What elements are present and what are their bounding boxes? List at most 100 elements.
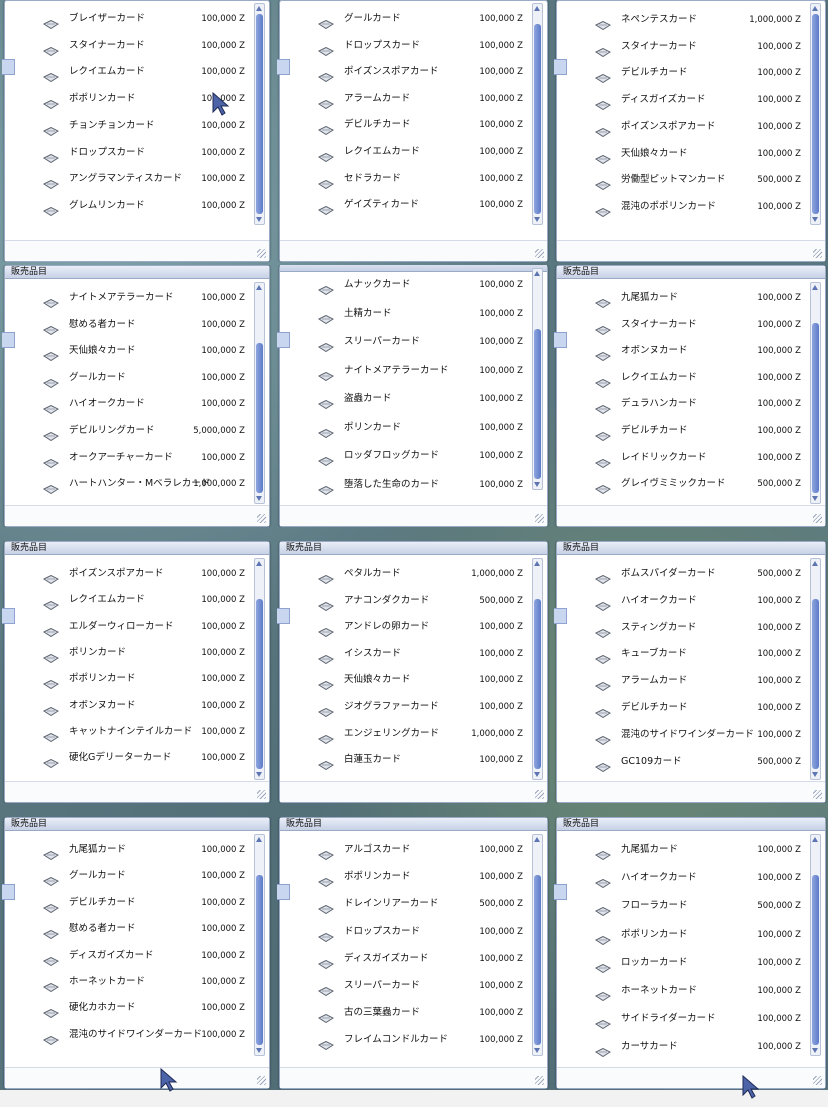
list-item[interactable]: スタイナーカード 100,000 Z <box>557 313 807 337</box>
scroll-down-arrow-icon[interactable] <box>256 1048 262 1053</box>
window-title[interactable]: 販売品目 <box>280 818 547 831</box>
scroll-down-arrow-icon[interactable] <box>256 772 262 777</box>
list-item[interactable]: GC109カード 500,000 Z <box>557 750 807 774</box>
resize-grip-icon[interactable] <box>813 1076 822 1085</box>
list-item[interactable]: ディスガイズカード 100,000 Z <box>5 944 251 968</box>
list-item[interactable]: アルゴスカード 100,000 Z <box>280 838 529 862</box>
list-item[interactable]: アラームカード 100,000 Z <box>557 669 807 693</box>
scroll-up-arrow-icon[interactable] <box>256 6 262 11</box>
list-item[interactable]: キューブカード 100,000 Z <box>557 642 807 666</box>
list-item[interactable]: 混沌のサイドワインダーカード 100,000 Z <box>557 723 807 747</box>
list-item[interactable]: ボムスパイダーカード 500,000 Z <box>557 562 807 586</box>
scrollbar[interactable] <box>532 558 543 780</box>
scroll-up-arrow-icon[interactable] <box>812 285 818 290</box>
scrollbar[interactable] <box>254 834 265 1056</box>
list-item[interactable]: ポイズンスポアカード 100,000 Z <box>5 562 251 586</box>
list-item[interactable]: ホーネットカード 100,000 Z <box>557 979 807 1003</box>
list-item[interactable]: ハイオークカード 100,000 Z <box>5 392 251 416</box>
list-item[interactable]: キャットナインテイルカード 100,000 Z <box>5 720 251 744</box>
window-title[interactable] <box>557 0 825 1</box>
scroll-thumb[interactable] <box>812 14 819 214</box>
list-item[interactable]: ドロップスカード 100,000 Z <box>5 141 251 165</box>
list-item[interactable]: ドロップスカード 100,000 Z <box>280 920 529 944</box>
scroll-up-arrow-icon[interactable] <box>256 285 262 290</box>
list-item[interactable]: ポイズンスポアカード 100,000 Z <box>557 115 807 139</box>
list-item[interactable]: レクイエムカード 100,000 Z <box>557 366 807 390</box>
resize-grip-icon[interactable] <box>535 790 544 799</box>
list-item[interactable]: ハイオークカード 100,000 Z <box>557 866 807 890</box>
scroll-thumb[interactable] <box>534 24 541 214</box>
resize-grip-icon[interactable] <box>813 514 822 523</box>
list-item[interactable]: ポポリンカード 100,000 Z <box>557 923 807 947</box>
list-item[interactable]: ポリンカード 100,000 Z <box>5 641 251 665</box>
scroll-thumb[interactable] <box>256 599 263 769</box>
list-item[interactable]: ポポリンカード 100,000 Z <box>5 667 251 691</box>
list-item[interactable]: ペタルカード 1,000,000 Z <box>280 562 529 586</box>
list-item[interactable]: 労働型ピットマンカード 500,000 Z <box>557 168 807 192</box>
list-item[interactable]: 慰める者カード 100,000 Z <box>5 917 251 941</box>
list-item[interactable]: ゲイズティカード 100,000 Z <box>280 193 529 217</box>
scrollbar[interactable] <box>254 3 265 225</box>
scroll-thumb[interactable] <box>812 599 819 769</box>
list-item[interactable]: デュラハンカード 100,000 Z <box>557 392 807 416</box>
scroll-up-arrow-icon[interactable] <box>812 837 818 842</box>
scroll-up-arrow-icon[interactable] <box>256 837 262 842</box>
list-item[interactable]: デビルチカード 100,000 Z <box>5 891 251 915</box>
list-item[interactable]: 硬化カホカード 100,000 Z <box>5 996 251 1020</box>
resize-grip-icon[interactable] <box>813 790 822 799</box>
list-item[interactable]: スリーパーカード 100,000 Z <box>280 330 529 354</box>
list-item[interactable]: アナコンダクカード 500,000 Z <box>280 589 529 613</box>
scrollbar[interactable] <box>810 282 821 504</box>
window-title[interactable]: 販売品目 <box>5 818 269 831</box>
list-item[interactable]: オークアーチャーカード 100,000 Z <box>5 446 251 470</box>
window-title[interactable]: 販売品目 <box>557 266 825 279</box>
list-item[interactable]: ドレインリアーカード 500,000 Z <box>280 892 529 916</box>
resize-grip-icon[interactable] <box>813 249 822 258</box>
list-item[interactable]: ドロップスカード 100,000 Z <box>280 34 529 58</box>
list-item[interactable]: ジオグラファーカード 100,000 Z <box>280 695 529 719</box>
list-item[interactable]: スタイナーカード 100,000 Z <box>557 35 807 59</box>
scroll-down-arrow-icon[interactable] <box>256 496 262 501</box>
resize-grip-icon[interactable] <box>257 1076 266 1085</box>
scroll-down-arrow-icon[interactable] <box>256 217 262 222</box>
scroll-down-arrow-icon[interactable] <box>812 217 818 222</box>
scroll-down-arrow-icon[interactable] <box>812 496 818 501</box>
list-item[interactable]: 天仙娘々カード 100,000 Z <box>280 668 529 692</box>
list-item[interactable]: フレイムコンドルカード 100,000 Z <box>280 1028 529 1052</box>
scroll-down-arrow-icon[interactable] <box>534 217 540 222</box>
list-item[interactable]: ロッカーカード 100,000 Z <box>557 951 807 975</box>
window-title[interactable]: 販売品目 <box>5 266 269 279</box>
list-item[interactable]: アラームカード 100,000 Z <box>280 87 529 111</box>
scroll-down-arrow-icon[interactable] <box>534 772 540 777</box>
list-item[interactable]: アンドレの卵カード 100,000 Z <box>280 615 529 639</box>
list-item[interactable]: レクイエムカード 100,000 Z <box>5 588 251 612</box>
scroll-up-arrow-icon[interactable] <box>534 837 540 842</box>
list-item[interactable]: カーサカード 100,000 Z <box>557 1035 807 1059</box>
scroll-up-arrow-icon[interactable] <box>812 561 818 566</box>
scrollbar[interactable] <box>254 282 265 504</box>
scroll-thumb[interactable] <box>256 343 263 493</box>
list-item[interactable]: スティングカード 100,000 Z <box>557 616 807 640</box>
list-item[interactable]: 盗蟲カード 100,000 Z <box>280 387 529 411</box>
list-item[interactable]: サイドライダーカード 100,000 Z <box>557 1007 807 1031</box>
list-item[interactable]: オボンヌカード 100,000 Z <box>557 339 807 363</box>
list-item[interactable]: チョンチョンカード 100,000 Z <box>5 114 251 138</box>
scrollbar[interactable] <box>532 268 543 490</box>
scroll-thumb[interactable] <box>812 875 819 1045</box>
scroll-thumb[interactable] <box>534 599 541 769</box>
list-item[interactable]: 天仙娘々カード 100,000 Z <box>5 339 251 363</box>
list-item[interactable]: 堕落した生命のカード 100,000 Z <box>280 473 529 497</box>
list-item[interactable]: ホーネットカード 100,000 Z <box>5 970 251 994</box>
list-item[interactable]: ポイズンスポアカード 100,000 Z <box>280 60 529 84</box>
window-title[interactable] <box>5 0 269 1</box>
list-item[interactable]: アングラマンティスカード 100,000 Z <box>5 167 251 191</box>
list-item[interactable]: グールカード 100,000 Z <box>5 366 251 390</box>
list-item[interactable]: ディスガイズカード 100,000 Z <box>557 88 807 112</box>
list-item[interactable]: 白蓮玉カード 100,000 Z <box>280 748 529 772</box>
list-item[interactable]: 天仙娘々カード 100,000 Z <box>557 142 807 166</box>
list-item[interactable]: ポリンカード 100,000 Z <box>280 416 529 440</box>
list-item[interactable]: フローラカード 500,000 Z <box>557 894 807 918</box>
window-title[interactable]: 販売品目 <box>280 542 547 555</box>
list-item[interactable]: エルダーウィローカード 100,000 Z <box>5 615 251 639</box>
list-item[interactable]: ロッダフロッグカード 100,000 Z <box>280 444 529 468</box>
